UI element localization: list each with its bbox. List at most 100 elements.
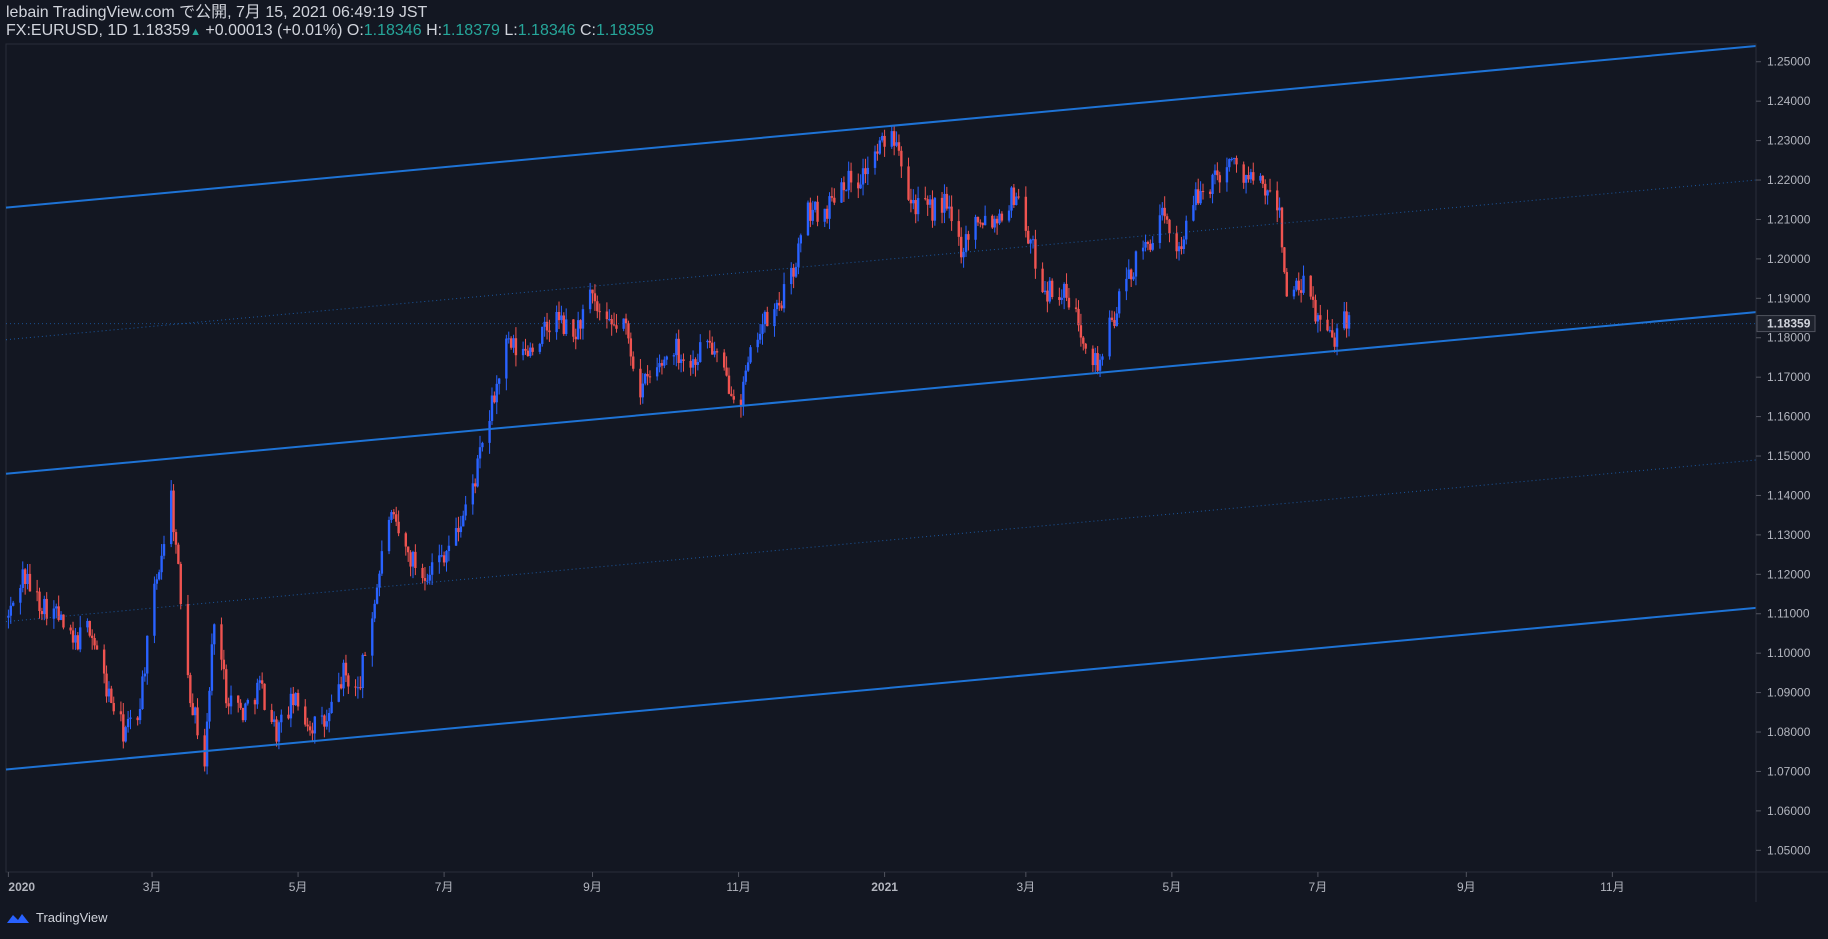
candle-body [629,338,633,357]
high-value: 1.18379 [442,22,500,39]
candle-body [859,184,862,189]
candle-body [512,338,515,348]
price-tick-label: 1.12000 [1767,567,1811,581]
candle-body [1314,299,1317,322]
candle-body [579,320,582,329]
candle-body [1225,167,1229,183]
candle-body [1278,207,1281,211]
candle-body [272,719,276,722]
candle-body [390,512,393,520]
candle-body [1213,170,1217,175]
candle-body [1168,219,1171,234]
candle-body [110,688,113,703]
candle-body [1050,280,1054,298]
candle-body [71,630,75,643]
candle-body [916,198,920,215]
candle-body [596,301,599,312]
candle-body [95,645,99,650]
candle-body [292,693,295,706]
up-arrow-icon: ▲ [190,26,201,38]
candle-body [186,604,190,676]
candle-body [105,673,108,697]
candle-body [387,519,391,552]
candle-body [430,562,434,575]
candle-body [1297,280,1300,291]
candle-body [45,598,48,619]
candle-body [205,721,209,767]
candle-body [979,222,982,224]
candle-body [782,284,786,309]
candle-body [359,687,362,689]
candle-body [361,654,364,689]
candle-body [1283,247,1286,273]
candle-body [967,234,970,240]
candle-body [256,682,259,705]
candle-body [531,347,534,352]
open-value: 1.18346 [363,22,422,39]
candle-body [1232,157,1236,159]
candle-body [497,378,501,384]
candle-body [308,726,312,731]
candle-body [107,688,111,697]
candle-body [88,620,91,636]
candle-body [1261,175,1265,184]
candle-body [643,374,647,384]
candle-body [287,714,290,719]
candle-body [136,717,139,721]
candle-body [909,199,913,204]
candle-body [1000,213,1004,221]
candle-body [1062,283,1066,298]
candle-body [660,363,664,366]
candle-body [1084,343,1087,349]
candle-body [991,215,994,228]
candle-body [1024,196,1028,231]
candle-body [857,182,860,189]
change-value: +0.00013 (+0.01%) [205,22,343,39]
candle-body [648,376,652,378]
candle-body [119,711,123,715]
candle-body [1228,159,1231,168]
candle-body [1347,315,1351,329]
candle-body [912,200,915,204]
candle-body [615,325,618,329]
candle-body [1197,189,1200,204]
candle-body [1094,353,1097,366]
candle-body [1194,189,1198,206]
candle-body [1242,164,1245,183]
candle-body [1165,216,1169,220]
candle-body [93,637,96,646]
candle-body [378,573,381,588]
time-tick-label: 9月 [583,880,602,894]
candle-body [392,512,396,515]
candle-body [562,315,565,334]
price-chart[interactable]: 1.25000 1.24000 1.23000 1.22000 1.21000 1.200… [0,0,1828,939]
candle-body [730,393,733,397]
candle-body [1115,313,1119,326]
time-tick-label: 5月 [289,880,308,894]
candle-body [323,715,326,727]
candle-body [1043,290,1047,293]
candle-body [11,602,15,606]
candle [1050,278,1054,300]
time-tick-label: 2021 [871,880,898,894]
price-axis[interactable]: 1.25000 1.24000 1.23000 1.22000 1.21000 1.200… [1756,55,1811,858]
candle-body [538,343,542,352]
candle-body [304,706,307,725]
candle-body [1012,187,1016,205]
candle-body [213,624,216,645]
candle-body [375,587,379,604]
candle-body [799,235,803,244]
candle-body [864,168,867,175]
time-axis[interactable]: 2020 3月 5月 7月 9月 11月 2021 3月 5月 7月 9月 11月 [7,872,1625,894]
candle-body [1285,272,1288,297]
candle [749,345,752,364]
candle-body [102,649,106,674]
candle-body [406,546,410,553]
candle-body [658,363,661,368]
candle-body [404,533,407,547]
candle-body [40,611,44,615]
candle-body [428,574,431,581]
candle-body [153,583,156,636]
price-tick-label: 1.10000 [1767,646,1811,660]
candle-body [526,350,530,357]
